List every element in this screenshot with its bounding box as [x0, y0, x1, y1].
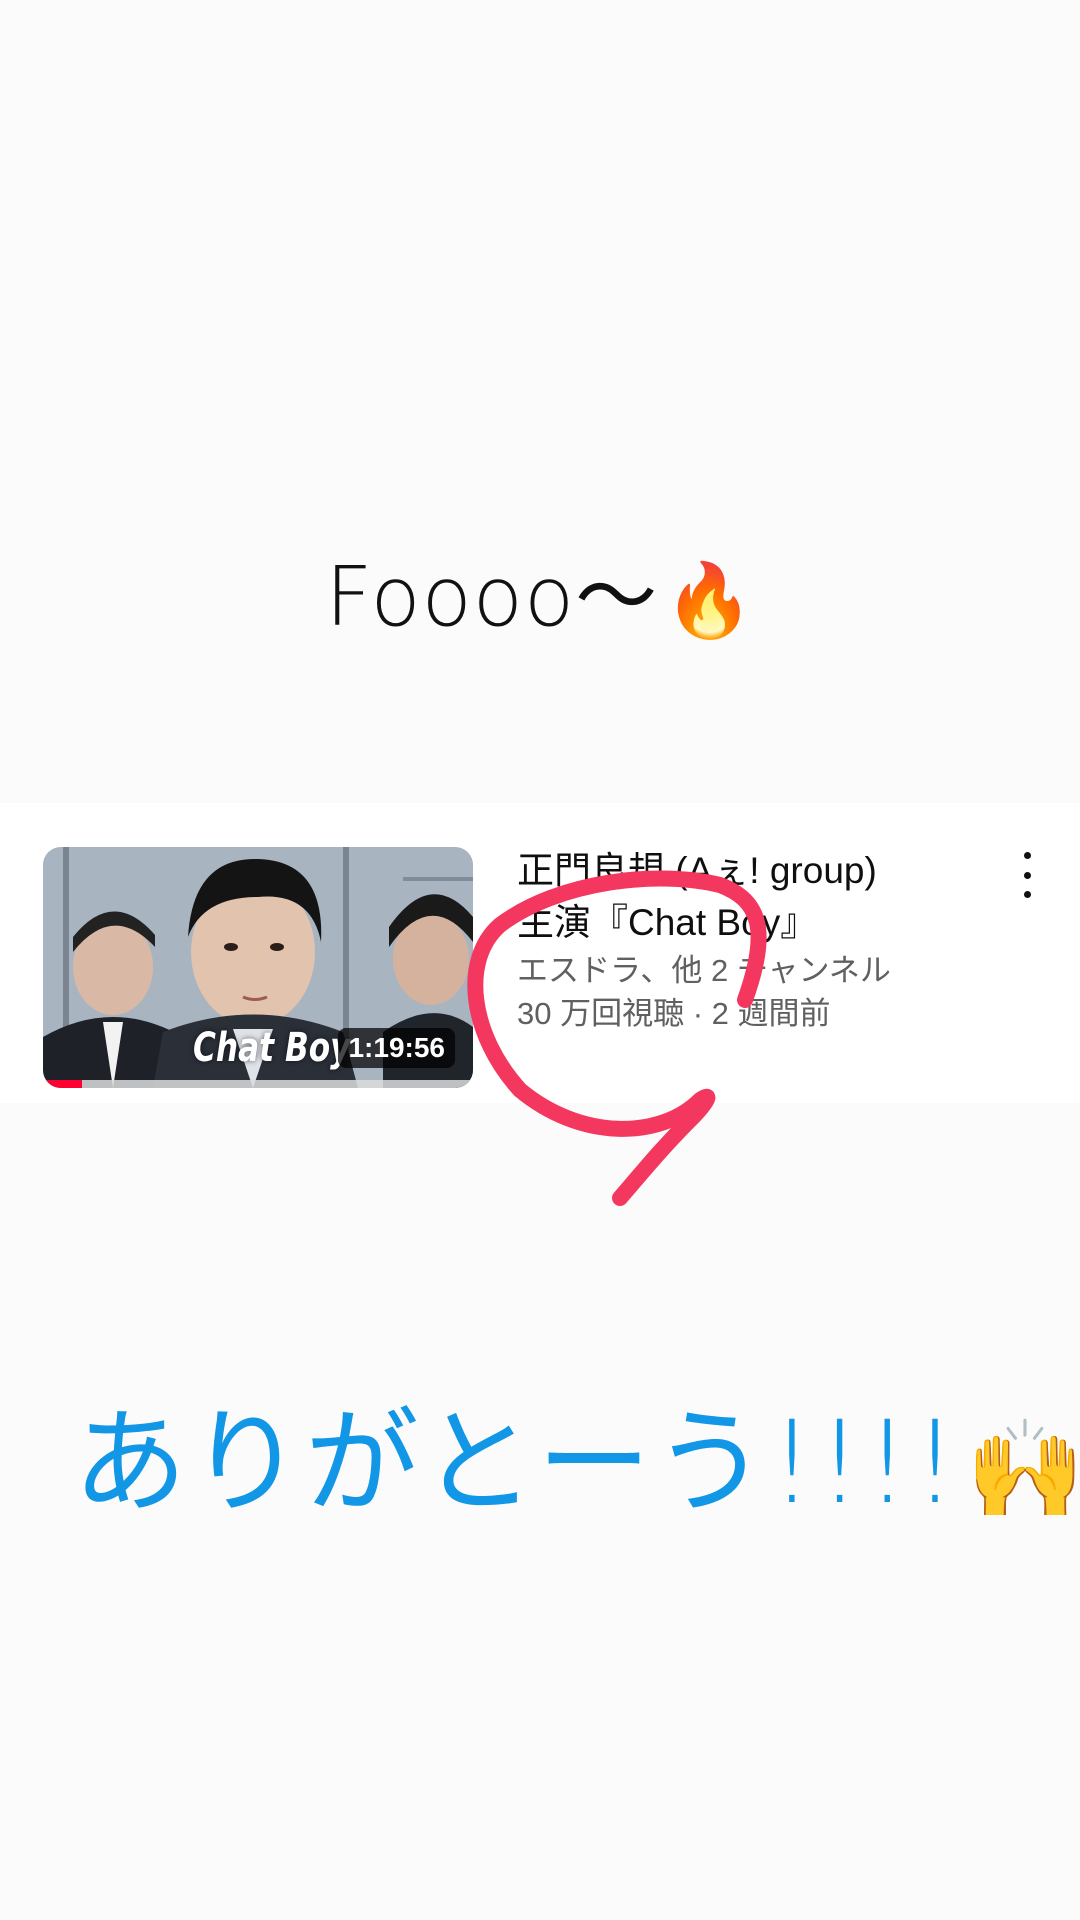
kebab-dot [1023, 871, 1031, 879]
story-caption-top: Foooo〜🔥 [0, 530, 1080, 649]
duration-badge: 1:19:56 [338, 1028, 455, 1068]
thanks-text: ありがとーう!!!! [73, 1396, 960, 1529]
video-title-line-2[interactable]: 主演『Chat Boy』 [517, 897, 987, 949]
watch-progress-fill [43, 1080, 82, 1088]
thumbnail-logo-text: Chat Boy [193, 1025, 351, 1071]
story-caption-bottom: ありがとーう!!!!🙌 [73, 1370, 1080, 1535]
raising-hands-emoji-icon: 🙌 [965, 1413, 1080, 1525]
more-vert-icon[interactable] [1012, 852, 1042, 898]
kebab-dot [1023, 891, 1031, 898]
caption-text: Foooo〜 [325, 550, 659, 645]
video-info[interactable]: 正門良規 (Aぇ! group) 主演『Chat Boy』 エスドラ、他 2 チ… [517, 845, 987, 1035]
video-stats: 30 万回視聴 · 2 週間前 [517, 996, 831, 1031]
fire-emoji-icon: 🔥 [664, 558, 755, 642]
video-card[interactable]: Chat Boy 1:19:56 正門良規 (Aぇ! group) 主演『Cha… [0, 803, 1080, 1103]
channel-name[interactable]: エスドラ、他 2 チャンネル [517, 949, 987, 992]
watch-progress-bar [43, 1080, 473, 1088]
kebab-dot [1023, 852, 1031, 859]
video-title-line-1[interactable]: 正門良規 (Aぇ! group) [517, 845, 987, 897]
video-thumbnail[interactable]: Chat Boy 1:19:56 [43, 847, 473, 1088]
